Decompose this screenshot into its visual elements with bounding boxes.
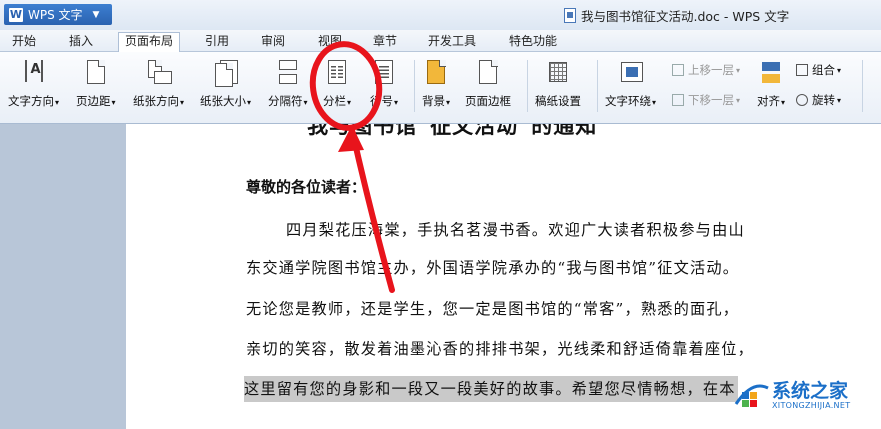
paper-size-icon (214, 60, 238, 87)
manuscript-grid-icon (547, 60, 569, 86)
title-bar: W WPS 文字 ▼ 我与图书馆征文活动.doc - WPS 文字 (0, 0, 881, 30)
orientation-label: 纸张方向 (133, 94, 179, 108)
group-label: 组合 (812, 63, 835, 77)
document-icon (564, 8, 576, 23)
document-gutter (0, 124, 126, 429)
paper-size-button[interactable]: 纸张大小▾ (200, 60, 251, 109)
rotate-button[interactable]: 旋转 ▾ (796, 92, 841, 108)
selected-text: 这里留有您的身影和一段又一段美好的故事。希望您尽情畅想，在本 (244, 376, 738, 402)
line-numbers-label: 行号 (370, 94, 393, 108)
ribbon-divider (527, 60, 528, 112)
document-greeting: 尊敬的各位读者： (246, 178, 367, 196)
manuscript-settings-button[interactable]: 稿纸设置 (535, 60, 581, 109)
tab-chapter[interactable]: 章节 (373, 33, 397, 50)
document-heading: “我与图书馆”征文活动”的通知 (294, 124, 598, 138)
tab-special[interactable]: 特色功能 (509, 33, 557, 50)
app-name: WPS 文字 (28, 8, 83, 22)
chevron-down-icon: ▼ (92, 9, 100, 20)
watermark-name: 系统之家 (772, 379, 849, 402)
wrap-text-label: 文字环绕 (605, 94, 651, 108)
wrap-text-button[interactable]: 文字环绕▾ (605, 60, 656, 109)
bring-forward-icon (672, 64, 684, 76)
paragraph-line: 四月梨花压海棠，手执名茗漫书香。欢迎广大读者积极参与由山 (286, 221, 745, 239)
text-direction-icon: A (23, 60, 45, 86)
align-label: 对齐 (757, 94, 780, 108)
paragraph-line: 无论您是教师，还是学生，您一定是图书馆的“常客”，熟悉的面孔， (246, 300, 740, 318)
line-numbers-button[interactable]: 行号▾ (370, 60, 398, 109)
manuscript-settings-label: 稿纸设置 (535, 94, 581, 108)
page-border-label: 页面边框 (465, 94, 511, 108)
columns-label: 分栏 (323, 94, 346, 108)
wrap-text-icon (620, 60, 643, 86)
breaks-label: 分隔符 (268, 94, 303, 108)
background-button[interactable]: 背景▾ (422, 59, 450, 109)
tab-developer[interactable]: 开发工具 (428, 33, 476, 50)
tab-references[interactable]: 引用 (205, 33, 229, 50)
ribbon-divider (862, 60, 863, 112)
tab-home[interactable]: 开始 (12, 33, 36, 50)
watermark-logo-icon (732, 378, 772, 412)
align-button[interactable]: 对齐▾ (757, 60, 785, 109)
menu-bar: 开始 插入 页面布局 引用 审阅 视图 章节 开发工具 特色功能 (0, 30, 881, 52)
app-menu-button[interactable]: W WPS 文字 ▼ (4, 4, 112, 25)
tab-insert[interactable]: 插入 (69, 33, 93, 50)
paragraph-line: 亲切的笑容，散发着油墨沁香的排排书架，光线柔和舒适倚靠着座位， (246, 340, 755, 358)
ribbon-divider (414, 60, 415, 112)
ribbon-divider (597, 60, 598, 112)
window-title-text: 我与图书馆征文活动.doc - WPS 文字 (581, 9, 790, 24)
background-label: 背景 (422, 94, 445, 108)
bring-forward-button[interactable]: 上移一层 ▾ (672, 62, 740, 78)
send-backward-icon (672, 94, 684, 106)
group-icon (796, 64, 808, 76)
text-direction-button[interactable]: A 文字方向▾ (8, 60, 59, 109)
group-button[interactable]: 组合 ▾ (796, 62, 841, 78)
orientation-button[interactable]: 纸张方向▾ (133, 59, 184, 109)
bring-forward-label: 上移一层 (688, 63, 734, 77)
tab-page-layout[interactable]: 页面布局 (118, 32, 181, 52)
rotate-label: 旋转 (812, 93, 835, 107)
align-icon (760, 60, 782, 86)
line-numbers-icon (373, 60, 395, 86)
tab-view[interactable]: 视图 (318, 33, 342, 50)
paper-size-label: 纸张大小 (200, 94, 246, 108)
breaks-icon (277, 60, 299, 86)
orientation-icon (147, 59, 172, 86)
rotate-icon (796, 94, 808, 106)
watermark: 系统之家 XITONGZHIJIA.NET (732, 378, 850, 412)
text-direction-label: 文字方向 (8, 94, 54, 108)
columns-icon (326, 60, 348, 86)
breaks-button[interactable]: 分隔符▾ (268, 60, 308, 109)
margins-button[interactable]: 页边距▾ (76, 59, 116, 109)
paragraph-line-selected: 这里留有您的身影和一段又一段美好的故事。希望您尽情畅想，在本 (244, 376, 738, 402)
page-border-icon (477, 59, 499, 86)
watermark-url: XITONGZHIJIA.NET (772, 400, 851, 410)
margins-icon (85, 59, 107, 86)
columns-button[interactable]: 分栏▾ (323, 60, 351, 109)
background-icon (425, 59, 447, 86)
margins-label: 页边距 (76, 94, 111, 108)
send-backward-label: 下移一层 (688, 93, 734, 107)
window-title: 我与图书馆征文活动.doc - WPS 文字 (564, 6, 789, 25)
tab-review[interactable]: 审阅 (261, 33, 285, 50)
paragraph-line: 东交通学院图书馆主办，外国语学院承办的“我与图书馆”征文活动。 (246, 259, 740, 277)
ribbon: A 文字方向▾ 页边距▾ 纸张方向▾ 纸张大小▾ 分隔符▾ 分栏▾ 行号▾ 背景… (0, 52, 881, 124)
page-border-button[interactable]: 页面边框 (465, 59, 511, 109)
wps-logo-icon: W (9, 7, 23, 22)
send-backward-button[interactable]: 下移一层 ▾ (672, 92, 740, 108)
